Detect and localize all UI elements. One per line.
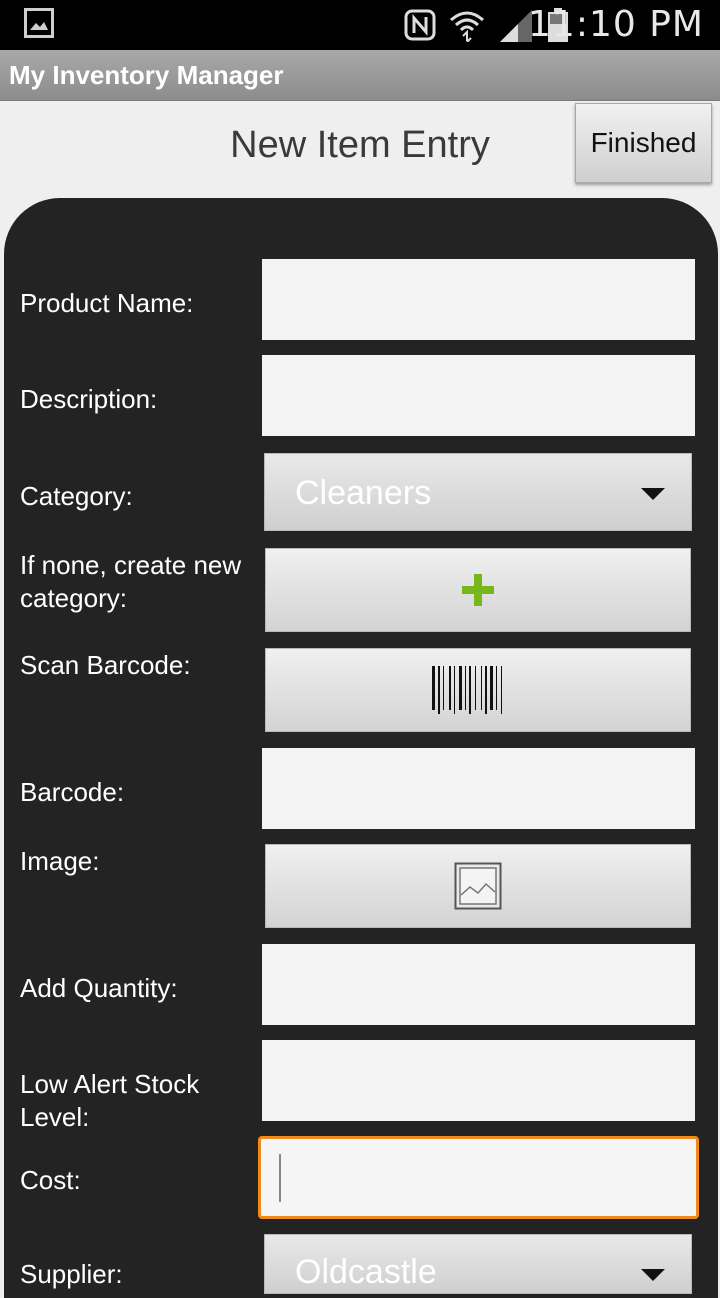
barcode-bar <box>485 666 487 714</box>
barcode-bar <box>449 666 451 710</box>
low-alert-field[interactable] <box>262 1040 695 1121</box>
barcode-bar <box>459 666 462 710</box>
image-icon <box>454 862 502 910</box>
description-field[interactable] <box>262 355 695 436</box>
product-name-label: Product Name: <box>20 288 194 318</box>
supplier-label: Supplier: <box>20 1259 123 1289</box>
new-category-label: If none, create new category: <box>20 550 242 613</box>
cost-label: Cost: <box>20 1165 81 1195</box>
supplier-dropdown[interactable]: Oldcastle <box>264 1234 692 1294</box>
supplier-selected-value: Oldcastle <box>295 1253 437 1291</box>
scan-barcode-label: Scan Barcode: <box>20 650 191 680</box>
image-label: Image: <box>20 846 100 876</box>
barcode-bar <box>481 666 482 710</box>
wifi-icon <box>450 11 484 42</box>
category-label: Category: <box>20 481 133 511</box>
barcode-bar <box>475 666 476 710</box>
description-label: Description: <box>20 384 158 414</box>
text-cursor <box>279 1154 281 1202</box>
plus-icon <box>462 574 494 606</box>
barcode-bar <box>496 666 497 710</box>
dropdown-arrow-icon <box>641 1269 665 1281</box>
add-quantity-label: Add Quantity: <box>20 973 178 1003</box>
gallery-icon <box>24 8 54 38</box>
barcode-bar <box>443 666 444 710</box>
barcode-bar <box>465 666 466 710</box>
nfc-icon <box>404 9 436 41</box>
barcode-bar <box>432 666 435 710</box>
status-time: 11:10 PM <box>528 4 704 45</box>
add-category-button[interactable] <box>265 548 691 632</box>
barcode-bar <box>490 666 493 710</box>
category-dropdown[interactable]: Cleaners <box>264 453 692 531</box>
low-alert-label: Low Alert Stock Level: <box>20 1069 200 1132</box>
status-bar: 11:10 PM <box>0 0 720 50</box>
app-title-bar: My Inventory Manager <box>0 50 720 101</box>
cost-field[interactable] <box>258 1136 699 1219</box>
barcode-bar <box>501 666 502 714</box>
dropdown-arrow-icon <box>641 488 665 500</box>
image-button[interactable] <box>265 844 691 928</box>
barcode-field[interactable] <box>262 748 695 829</box>
product-name-field[interactable] <box>262 259 695 340</box>
app-title: My Inventory Manager <box>9 60 284 90</box>
scan-barcode-button[interactable] <box>265 648 691 732</box>
barcode-bar <box>469 666 471 714</box>
add-quantity-field[interactable] <box>262 944 695 1025</box>
barcode-label: Barcode: <box>20 777 125 807</box>
finished-button[interactable]: Finished <box>575 103 712 183</box>
barcode-bar <box>454 666 455 714</box>
barcode-bar <box>438 666 440 714</box>
category-selected-value: Cleaners <box>295 474 432 512</box>
barcode-icon <box>432 666 502 714</box>
